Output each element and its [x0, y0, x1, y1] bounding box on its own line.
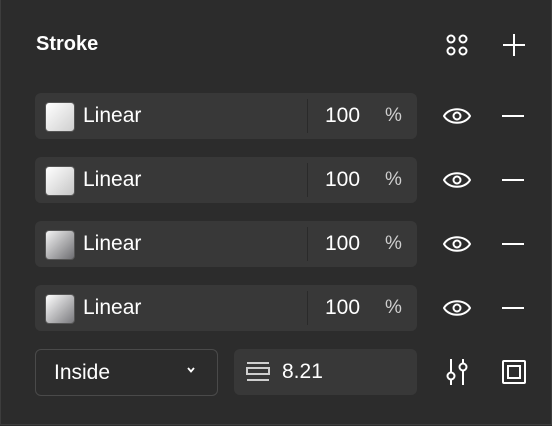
remove-fill-button[interactable] — [502, 179, 524, 181]
fill-swatch[interactable] — [45, 102, 75, 132]
panel-title: Stroke — [36, 33, 99, 55]
add-stroke-button[interactable] — [498, 29, 530, 61]
fill-type-label[interactable]: Linear — [83, 232, 141, 256]
plus-icon — [503, 34, 525, 56]
field-divider — [307, 99, 308, 133]
fill-field[interactable]: Linear 100 % — [35, 285, 417, 331]
remove-fill-button[interactable] — [502, 115, 524, 117]
stroke-panel: Stroke Linear 100 % Linear 100 % Linear … — [0, 0, 552, 425]
remove-fill-button[interactable] — [502, 307, 524, 309]
opacity-unit: % — [385, 233, 402, 254]
field-divider — [307, 227, 308, 261]
fill-row: Linear 100 % — [35, 157, 417, 203]
stroke-weight-icon — [246, 362, 270, 381]
fill-type-label[interactable]: Linear — [83, 168, 141, 192]
stroke-sides-icon — [502, 360, 526, 384]
field-divider — [307, 291, 308, 325]
fill-field[interactable]: Linear 100 % — [35, 93, 417, 139]
field-divider — [307, 163, 308, 197]
stroke-position-value: Inside — [54, 361, 111, 384]
opacity-unit: % — [385, 169, 402, 190]
fill-row: Linear 100 % — [35, 93, 417, 139]
stroke-sides-button[interactable] — [498, 356, 530, 388]
chevron-down-icon — [187, 367, 195, 373]
fill-type-label[interactable]: Linear — [83, 104, 141, 128]
fill-row: Linear 100 % — [35, 285, 417, 331]
fill-swatch[interactable] — [45, 294, 75, 324]
stroke-position-select[interactable]: Inside — [35, 349, 218, 396]
visibility-eye-icon[interactable] — [443, 106, 471, 126]
stroke-weight-input[interactable]: 8.21 — [282, 360, 323, 384]
visibility-eye-icon[interactable] — [443, 234, 471, 254]
fill-type-label[interactable]: Linear — [83, 296, 141, 320]
stroke-settings-button[interactable] — [441, 356, 473, 388]
fill-swatch[interactable] — [45, 166, 75, 196]
remove-fill-button[interactable] — [502, 243, 524, 245]
visibility-eye-icon[interactable] — [443, 170, 471, 190]
opacity-unit: % — [385, 297, 402, 318]
opacity-input[interactable]: 100 — [325, 104, 360, 128]
opacity-input[interactable]: 100 — [325, 232, 360, 256]
styles-grid-icon[interactable] — [441, 29, 473, 61]
opacity-input[interactable]: 100 — [325, 168, 360, 192]
fill-row: Linear 100 % — [35, 221, 417, 267]
opacity-input[interactable]: 100 — [325, 296, 360, 320]
stroke-weight-field[interactable]: 8.21 — [234, 349, 417, 395]
opacity-unit: % — [385, 105, 402, 126]
fill-swatch[interactable] — [45, 230, 75, 260]
fill-field[interactable]: Linear 100 % — [35, 221, 417, 267]
visibility-eye-icon[interactable] — [443, 298, 471, 318]
sliders-icon — [446, 359, 468, 385]
fill-field[interactable]: Linear 100 % — [35, 157, 417, 203]
